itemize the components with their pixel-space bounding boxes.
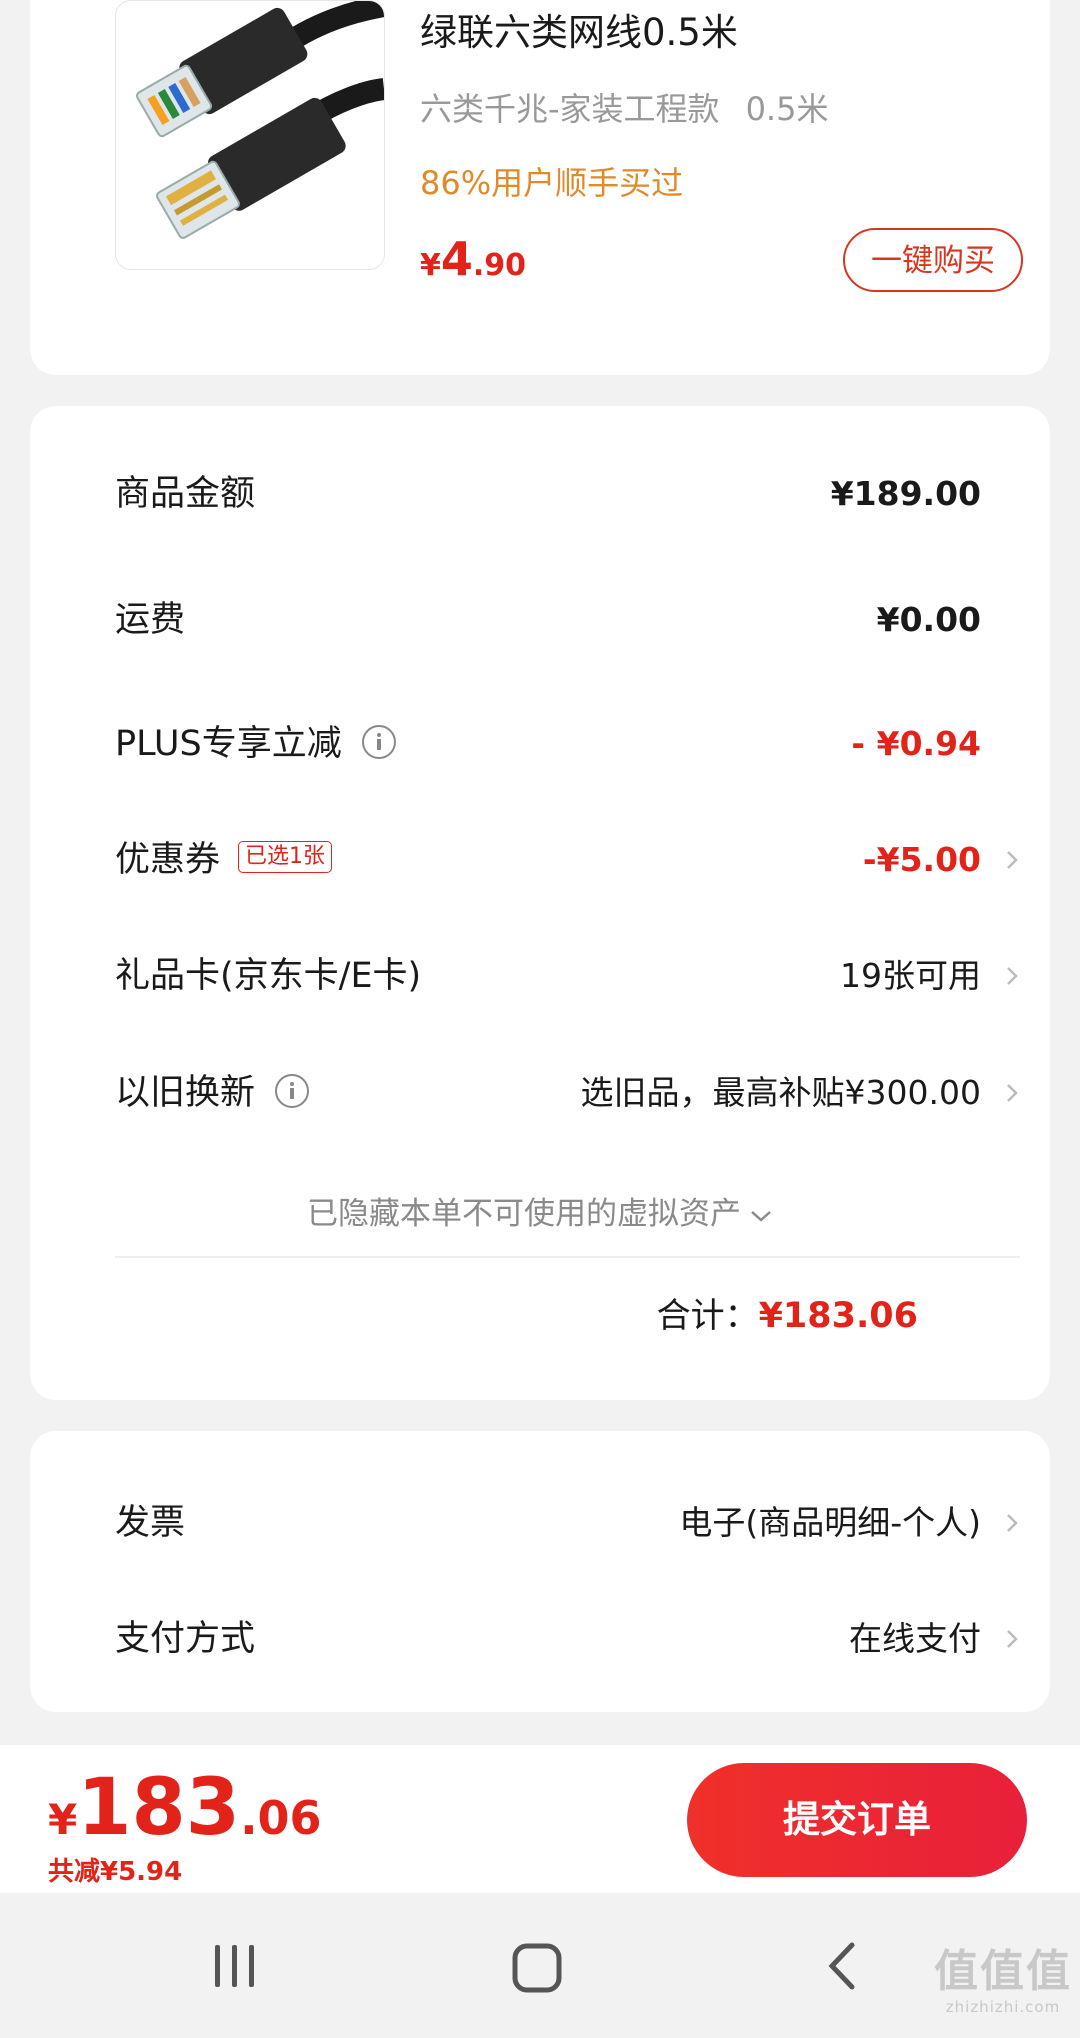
final-price-integer: 183 <box>77 1763 241 1853</box>
site-watermark: 值值值 zhizhizhi.com <box>934 1950 1072 2015</box>
shipping-label: 运费 <box>115 600 186 640</box>
info-icon[interactable] <box>275 1074 310 1108</box>
watermark-main: 值值值 <box>934 1946 1072 1997</box>
home-icon[interactable] <box>510 1941 564 1995</box>
system-navigation-bar <box>0 1893 1080 2038</box>
submit-order-button[interactable]: 提交订单 <box>687 1763 1027 1877</box>
product-spec-type: 六类千兆-家装工程款 <box>420 90 720 128</box>
plus-discount-label: PLUS专享立减 <box>115 724 342 764</box>
coupon-selected-badge: 已选1张 <box>238 841 333 873</box>
product-spec: 六类千兆-家装工程款 0.5米 <box>420 84 828 130</box>
gift-card-label: 礼品卡(京东卡/E卡) <box>115 956 422 996</box>
product-price: ¥4.90 <box>420 232 526 286</box>
chevron-right-icon <box>1007 1514 1018 1532</box>
divider <box>115 1256 1020 1258</box>
payment-method-label: 支付方式 <box>115 1619 256 1659</box>
final-price: ¥183.06 <box>48 1763 322 1853</box>
invoice-value: 电子(商品明细-个人) <box>679 1503 981 1542</box>
recommended-product-card: 绿联六类网线0.5米 六类千兆-家装工程款 0.5米 86%用户顺手买过 ¥4.9… <box>30 0 1050 375</box>
goods-amount-value: ¥189.00 <box>830 474 981 513</box>
payment-method-row[interactable]: 支付方式 在线支付 <box>115 1609 1023 1669</box>
plus-discount-row: PLUS专享立减 - ¥0.94 <box>115 714 1023 774</box>
product-name[interactable]: 绿联六类网线0.5米 <box>420 2 738 56</box>
order-total-label: 合计： <box>656 1296 759 1336</box>
trade-in-value: 选旧品，最高补贴¥300.00 <box>580 1073 981 1112</box>
trade-in-row[interactable]: 以旧换新 选旧品，最高补贴¥300.00 <box>115 1063 1023 1123</box>
plus-discount-label-wrap: PLUS专享立减 <box>115 714 396 774</box>
hidden-assets-toggle[interactable]: 已隐藏本单不可使用的虚拟资产 <box>30 1188 1050 1233</box>
total-saving: 共减¥5.94 <box>48 1857 183 1887</box>
chevron-right-icon <box>1007 851 1018 869</box>
watermark-sub: zhizhizhi.com <box>945 1998 1061 2016</box>
ethernet-cable-image <box>136 1 384 239</box>
checkout-bar: ¥183.06 共减¥5.94 提交订单 <box>0 1745 1080 1893</box>
invoice-label: 发票 <box>115 1503 186 1543</box>
final-price-decimal: .06 <box>240 1791 322 1845</box>
recent-apps-icon[interactable] <box>210 1941 260 1991</box>
product-spec-length: 0.5米 <box>745 90 829 128</box>
product-price-integer: 4 <box>440 232 473 286</box>
product-buy-hint: 86%用户顺手买过 <box>420 164 684 202</box>
coupon-label-wrap: 优惠券 已选1张 <box>115 830 333 890</box>
order-total-value: ¥183.06 <box>758 1296 918 1336</box>
order-amounts-card: 商品金额 ¥189.00 运费 ¥0.00 PLUS专享立减 - ¥0.94 优… <box>30 406 1050 1400</box>
trade-in-label-wrap: 以旧换新 <box>115 1063 310 1123</box>
product-price-currency: ¥ <box>420 248 441 283</box>
order-total: 合计：¥183.06 <box>657 1288 918 1337</box>
one-click-buy-button[interactable]: 一键购买 <box>843 228 1023 292</box>
coupon-row[interactable]: 优惠券 已选1张 -¥5.00 <box>115 830 1023 890</box>
chevron-right-icon <box>1007 1084 1018 1102</box>
product-price-decimal: .90 <box>472 248 527 283</box>
chevron-down-icon <box>751 1210 771 1222</box>
product-thumbnail[interactable] <box>115 0 385 270</box>
coupon-value: -¥5.00 <box>862 840 981 879</box>
final-price-currency: ¥ <box>48 1795 78 1844</box>
hidden-assets-text: 已隐藏本单不可使用的虚拟资产 <box>307 1196 741 1232</box>
payment-method-value: 在线支付 <box>849 1619 981 1658</box>
invoice-payment-card: 发票 电子(商品明细-个人) 支付方式 在线支付 <box>30 1431 1050 1712</box>
chevron-right-icon <box>1007 1630 1018 1648</box>
coupon-label: 优惠券 <box>115 840 221 880</box>
chevron-right-icon <box>1007 967 1018 985</box>
shipping-row: 运费 ¥0.00 <box>115 590 1023 650</box>
goods-amount-label: 商品金额 <box>115 474 256 514</box>
plus-discount-value: - ¥0.94 <box>851 724 981 763</box>
invoice-row[interactable]: 发票 电子(商品明细-个人) <box>115 1493 1023 1553</box>
info-icon[interactable] <box>361 725 396 759</box>
back-icon[interactable] <box>822 1941 862 1991</box>
gift-card-value: 19张可用 <box>840 956 981 995</box>
gift-card-row[interactable]: 礼品卡(京东卡/E卡) 19张可用 <box>115 946 1023 1006</box>
goods-amount-row: 商品金额 ¥189.00 <box>115 464 1023 524</box>
trade-in-label: 以旧换新 <box>115 1073 256 1113</box>
shipping-value: ¥0.00 <box>876 600 981 639</box>
